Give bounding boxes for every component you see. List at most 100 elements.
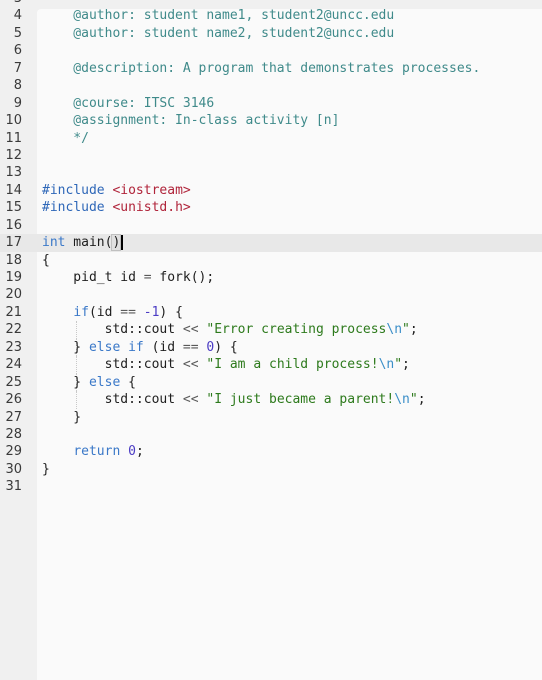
code-line[interactable]: 30} [0,461,542,478]
token-pre: #include [42,200,105,216]
line-number: 23 [5,339,22,355]
line-number: 31 [5,479,22,495]
line-number: 3 [0,0,22,7]
token-plain: { [120,374,136,390]
code-line[interactable]: 29 return 0; [0,443,542,460]
line-number: 17 [5,235,22,251]
token-esc: \n [394,392,410,408]
line-code: int main() [42,234,124,252]
token-plain: (id [143,339,183,355]
token-str: "Error creating process [206,322,387,338]
token-comment: @author: student name2, student2@uncc.ed… [42,25,395,41]
token-num: -1 [143,304,160,320]
token-str: " [409,392,418,408]
line-number: 20 [5,287,22,303]
line-code: @author: student name1, student2@uncc.ed… [42,7,394,24]
line-number: 11 [5,130,22,146]
token-esc: \n [378,357,395,373]
token-plain: pid_t id [42,270,144,285]
line-code: return 0; [42,443,144,460]
token-kw: return [73,444,121,460]
token-op: << [182,392,199,408]
code-line[interactable]: 21 if(id == -1) { [0,304,542,321]
token-comment: @course: ITSC 3146 [42,95,215,111]
code-line[interactable]: 22 std::cout << "Error creating process\… [0,321,542,339]
line-number: 25 [5,374,22,390]
code-line[interactable]: 3 [0,0,542,7]
line-code: #include <unistd.h> [42,199,191,216]
token-num: 0 [128,444,136,460]
line-number: 5 [13,25,22,41]
line-number: 6 [13,43,22,59]
line-number: 21 [5,304,22,320]
line-code: std::cout << "I am a child process!\n"; [42,356,410,373]
code-line[interactable]: 4 @author: student name1, student2@uncc.… [0,7,542,24]
line-code: } else { [42,374,136,391]
text-cursor [121,235,124,251]
line-code: if(id == -1) { [42,304,183,321]
token-comment: @assignment: In-class activity [n] [42,113,340,129]
code-line[interactable]: 9 @course: ITSC 3146 [0,95,542,112]
line-code: @author: student name2, student2@uncc.ed… [42,25,394,42]
code-line[interactable]: 18 { [0,252,542,269]
code-line[interactable]: 23 } else if (id == 0) { [0,338,542,357]
token-plain: ; [135,444,144,460]
token-plain: std::cout [42,392,183,408]
code-line[interactable]: 16 [0,217,542,234]
token-comment: */ [42,130,89,146]
code-lines[interactable]: 34 @author: student name1, student2@uncc… [0,0,542,496]
token-op: == [120,304,136,320]
line-number: 4 [13,8,22,24]
code-line[interactable]: 28 [0,426,542,443]
token-str: "I am a child process! [206,357,379,373]
token-comment: @author: student name1, student2@uncc.ed… [42,8,395,24]
token-plain: ; [417,392,426,408]
code-line[interactable]: 20 [0,286,542,303]
code-line[interactable]: 15 #include <unistd.h> [0,199,542,216]
code-line[interactable]: 10 @assignment: In-class activity [n] [0,112,542,129]
code-line[interactable]: 11 */ [0,130,542,147]
code-line[interactable]: 6 [0,42,542,59]
code-line[interactable]: 12 [0,147,542,164]
line-code: } else if (id == 0) { [42,339,237,356]
token-str: " [402,322,410,338]
token-kw: else if [88,339,144,355]
line-number: 7 [13,60,22,76]
token-str: "I just became a parent! [206,392,395,408]
code-line[interactable]: 25 } else { [0,373,542,392]
line-code: @description: A program that demonstrate… [42,60,480,77]
token-plain: ; [409,322,418,338]
code-line[interactable]: 13 [0,164,542,181]
token-plain: fork(); [151,270,215,285]
token-plain: ) { [159,304,183,320]
line-number: 8 [13,78,22,94]
token-plain: std::cout [42,322,183,338]
token-plain: std::cout [42,357,183,373]
token-op: << [182,357,199,373]
code-line[interactable]: 27 } [0,409,542,426]
token-inc: <unistd.h> [112,200,191,216]
line-number: 16 [5,217,22,233]
code-line[interactable]: 5 @author: student name2, student2@uncc.… [0,25,542,42]
line-number: 29 [5,444,22,460]
line-number: 15 [5,200,22,216]
code-line[interactable]: 14 #include <iostream> [0,182,542,199]
line-number: 12 [5,147,22,163]
code-line[interactable]: 17 int main() [0,234,542,252]
code-line[interactable]: 7 @description: A program that demonstra… [0,60,542,77]
code-line[interactable]: 8 [0,77,542,94]
code-line[interactable]: 24 std::cout << "I am a child process!\n… [0,356,542,374]
line-code: } [42,409,81,426]
line-number: 14 [5,182,22,198]
line-number: 18 [5,252,22,268]
code-line[interactable]: 26 std::cout << "I just became a parent!… [0,391,542,409]
code-line[interactable]: 31 [0,478,542,495]
line-code: std::cout << "Error creating process\n"; [42,321,418,338]
code-line[interactable]: 19 pid_t id = fork(); [0,269,542,286]
line-number: 22 [5,322,22,338]
token-plain: ; [402,357,410,373]
token-op: == [182,339,199,355]
